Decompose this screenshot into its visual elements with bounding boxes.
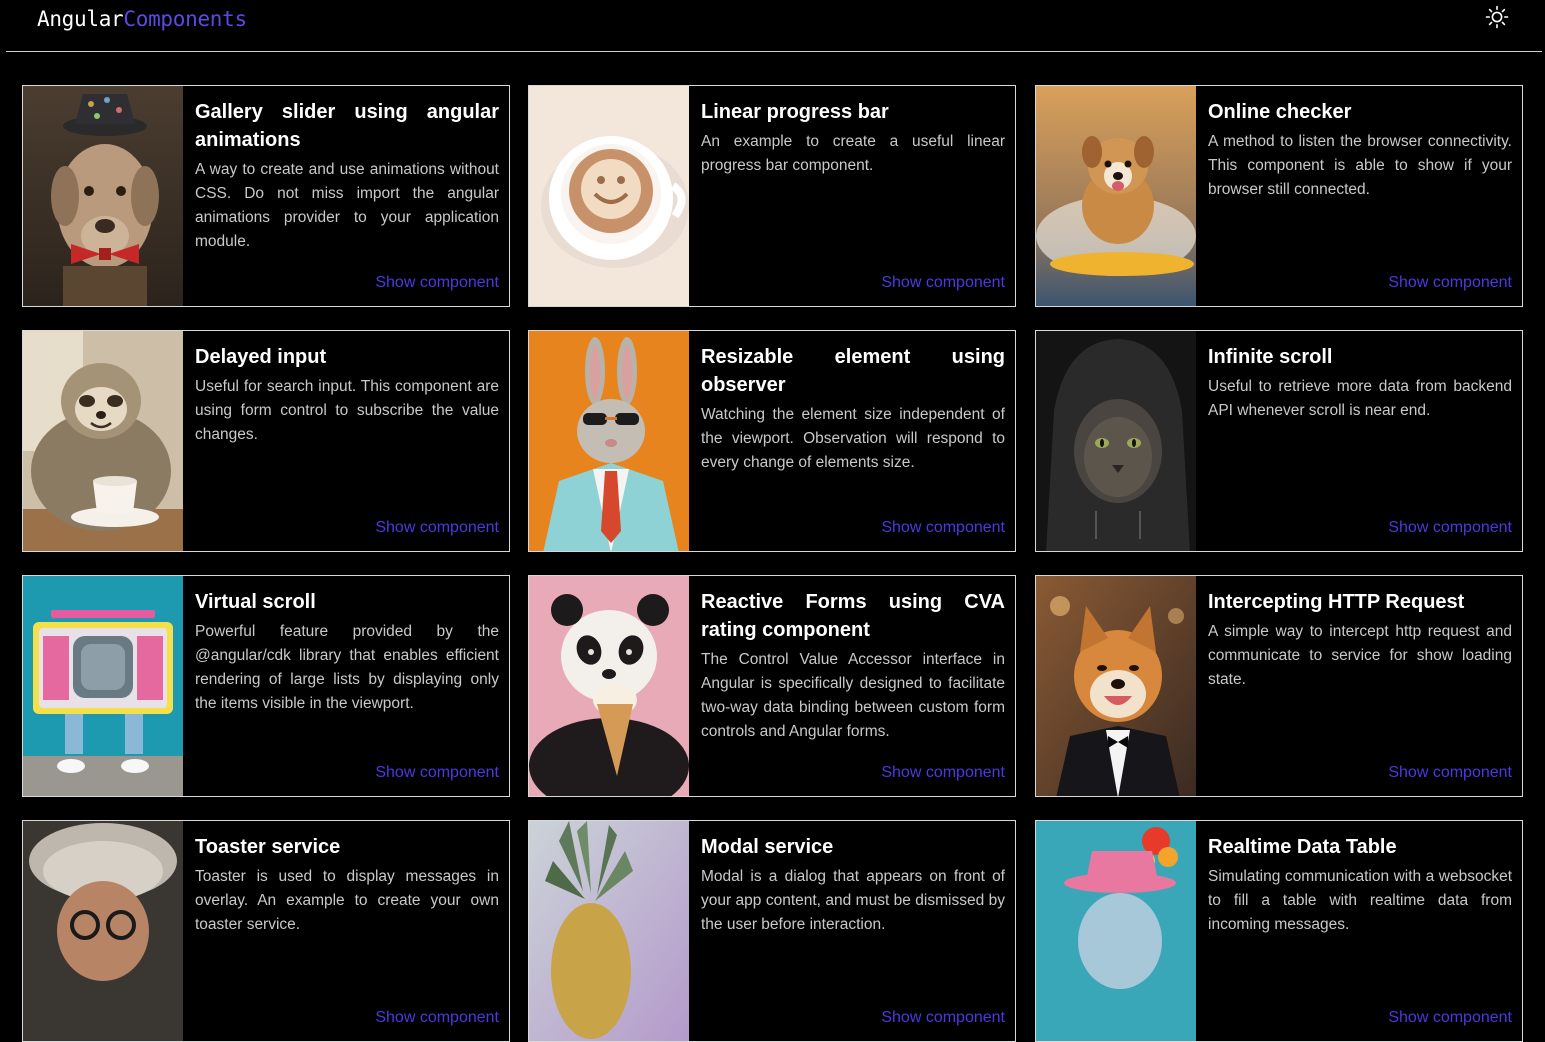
panda-ice-cream-image [529,576,689,796]
card-description: An example to create a useful linear pro… [701,133,1005,174]
card-body: Infinite scroll Useful to retrieve more … [1208,343,1512,541]
card-description: Useful for search input. This component … [195,378,499,443]
logo-angular-text: Angular [37,7,124,31]
show-component-link[interactable]: Show component [375,519,499,537]
card-body: Resizable element using observer Watchin… [701,343,1005,541]
component-card: Toaster service Toaster is used to displ… [22,820,510,1042]
card-description: Simulating communication with a websocke… [1208,868,1512,933]
card-body: Modal service Modal is a dialog that app… [701,833,1005,1031]
show-component-link[interactable]: Show component [375,764,499,782]
card-title: Virtual scroll [195,591,316,613]
card-description: A way to create and use animations witho… [195,161,499,250]
card-description: Useful to retrieve more data from backen… [1208,378,1512,419]
card-body: Intercepting HTTP Request A simple way t… [1208,588,1512,786]
app-header: AngularComponents [6,0,1542,52]
sloth-with-coffee-image [23,331,183,551]
card-title: Linear progress bar [701,101,889,123]
pineapple-image [529,821,689,1041]
logo-components-text: Components [123,7,247,31]
card-title: Resizable element using observer [701,346,1005,396]
card-title: Intercepting HTTP Request [1208,591,1465,613]
card-body: Online checker A method to listen the br… [1208,98,1512,296]
component-card: Virtual scroll Powerful feature provided… [22,575,510,797]
component-card: Realtime Data Table Simulating communica… [1035,820,1523,1042]
cat-in-hoodie-image [1036,331,1196,551]
card-title: Modal service [701,836,834,858]
card-body: Linear progress bar An example to create… [701,98,1005,296]
card-title: Gallery slider using angular animations [195,101,499,151]
card-body: Virtual scroll Powerful feature provided… [195,588,499,786]
show-component-link[interactable]: Show component [1388,764,1512,782]
card-description: The Control Value Accessor interface in … [701,651,1005,740]
card-body: Gallery slider using angular animations … [195,98,499,296]
surfing-dog-image [1036,86,1196,306]
card-title: Reactive Forms using CVA rating componen… [701,591,1005,641]
component-card: Gallery slider using angular animations … [22,85,510,307]
show-component-link[interactable]: Show component [881,519,1005,537]
card-body: Reactive Forms using CVA rating componen… [701,588,1005,786]
card-description: Powerful feature provided by the @angula… [195,623,499,712]
show-component-link[interactable]: Show component [375,274,499,292]
card-title: Infinite scroll [1208,346,1333,368]
sun-icon[interactable] [1485,5,1509,29]
show-component-link[interactable]: Show component [1388,519,1512,537]
show-component-link[interactable]: Show component [1388,274,1512,292]
shiba-in-tuxedo-image [1036,576,1196,796]
smiley-coffee-cup-image [529,86,689,306]
old-man-wild-hair-image [23,821,183,1041]
show-component-link[interactable]: Show component [881,274,1005,292]
component-card: Infinite scroll Useful to retrieve more … [1035,330,1523,552]
card-title: Delayed input [195,346,327,368]
component-card: Online checker A method to listen the br… [1035,85,1523,307]
show-component-link[interactable]: Show component [375,1009,499,1027]
component-card: Resizable element using observer Watchin… [528,330,1016,552]
dog-with-party-hat-image [23,86,183,306]
card-body: Realtime Data Table Simulating communica… [1208,833,1512,1031]
component-card: Reactive Forms using CVA rating componen… [528,575,1016,797]
card-description: Watching the element size independent of… [701,406,1005,471]
card-description: Modal is a dialog that appears on front … [701,868,1005,933]
show-component-link[interactable]: Show component [881,764,1005,782]
component-card: Intercepting HTTP Request A simple way t… [1035,575,1523,797]
card-title: Realtime Data Table [1208,836,1397,858]
card-title: Toaster service [195,836,341,858]
rabbit-in-suit-image [529,331,689,551]
app-logo[interactable]: AngularComponents [37,7,247,31]
card-title: Online checker [1208,101,1352,123]
tv-with-legs-image [23,576,183,796]
card-description: A simple way to intercept http request a… [1208,623,1512,688]
card-body: Toaster service Toaster is used to displ… [195,833,499,1031]
card-body: Delayed input Useful for search input. T… [195,343,499,541]
show-component-link[interactable]: Show component [1388,1009,1512,1027]
card-description: A method to listen the browser connectiv… [1208,133,1512,198]
clown-with-hat-image [1036,821,1196,1041]
component-card: Modal service Modal is a dialog that app… [528,820,1016,1042]
show-component-link[interactable]: Show component [881,1009,1005,1027]
card-description: Toaster is used to display messages in o… [195,868,499,933]
component-card: Delayed input Useful for search input. T… [22,330,510,552]
component-card: Linear progress bar An example to create… [528,85,1016,307]
